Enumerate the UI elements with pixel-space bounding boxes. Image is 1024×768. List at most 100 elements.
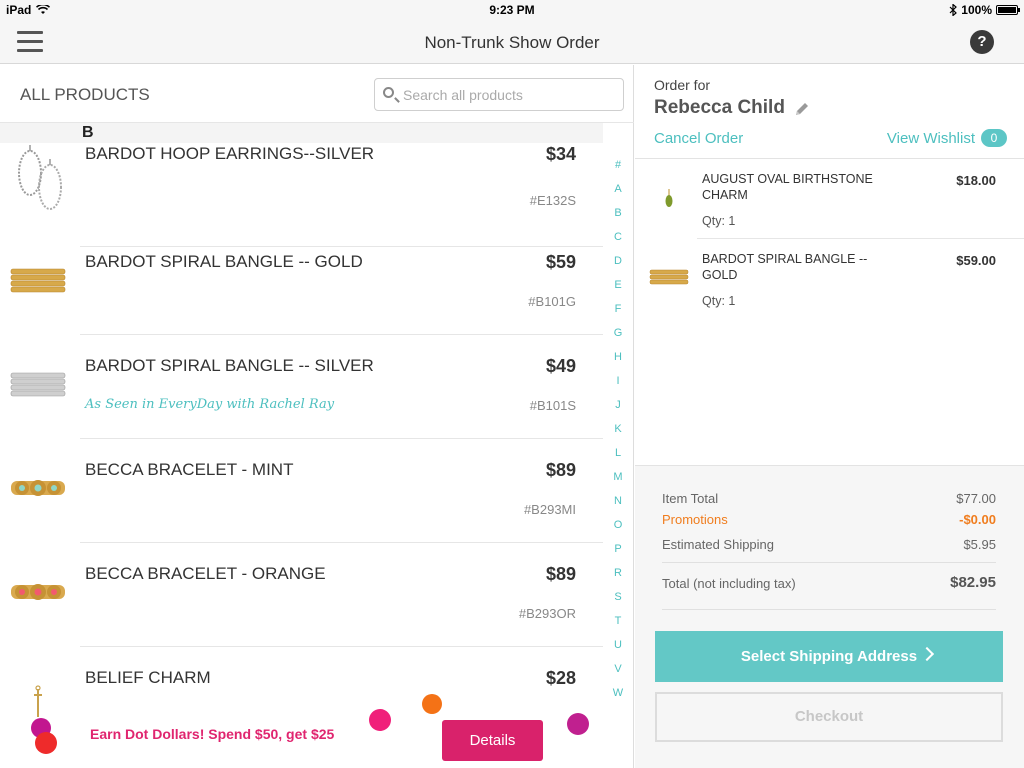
- index-letter[interactable]: C: [608, 231, 628, 255]
- index-letter[interactable]: H: [608, 351, 628, 375]
- birthstone-charm-icon: [665, 189, 673, 207]
- hoop-earrings-icon: [18, 145, 62, 210]
- promotions-label: Promotions: [662, 512, 728, 527]
- order-panel: Order for Rebecca Child Cancel Order Vie…: [635, 65, 1024, 768]
- order-for-label: Order for: [654, 77, 711, 93]
- product-name: BELIEF CHARM: [85, 668, 211, 687]
- order-totals: Item Total $77.00 Promotions -$0.00 Esti…: [635, 465, 1024, 768]
- product-row[interactable]: BECCA BRACELET - ORANGE $89 #B293OR: [0, 543, 603, 647]
- select-shipping-address-button[interactable]: Select Shipping Address: [655, 631, 1003, 682]
- status-time: 9:23 PM: [489, 3, 535, 17]
- promo-text: Earn Dot Dollars! Spend $50, get $25: [90, 726, 335, 742]
- order-line-item[interactable]: BARDOT SPIRAL BANGLE -- GOLD $59.00 Qty:…: [635, 239, 1024, 319]
- item-total-row: Item Total $77.00: [662, 491, 996, 506]
- order-item-qty: Qty: 1: [702, 294, 736, 308]
- index-letter[interactable]: L: [608, 447, 628, 471]
- products-panel: ALL PRODUCTS B BARDOT HOOP EARRINGS--SIL…: [0, 65, 634, 768]
- product-price: $59: [545, 252, 576, 272]
- alphabet-index[interactable]: # A B C D E F G H I J K L M N O P R S T …: [608, 159, 628, 711]
- index-letter[interactable]: J: [608, 399, 628, 423]
- index-letter[interactable]: #: [608, 159, 628, 183]
- index-letter[interactable]: I: [608, 375, 628, 399]
- wishlist-label: View Wishlist: [886, 129, 975, 147]
- product-row[interactable]: BARDOT SPIRAL BANGLE -- SILVER $49 As Se…: [0, 335, 603, 439]
- search-box[interactable]: [374, 78, 624, 111]
- product-price: $34: [545, 144, 576, 164]
- mint-bracelet-icon: [11, 480, 65, 496]
- promotions-row: Promotions -$0.00: [662, 512, 996, 527]
- order-line-item[interactable]: AUGUST OVAL BIRTHSTONE CHARM $18.00 Qty:…: [635, 159, 1024, 239]
- status-bar: iPad 9:23 PM 100%: [0, 0, 1024, 20]
- index-letter[interactable]: K: [608, 423, 628, 447]
- product-price: $89: [545, 564, 576, 584]
- search-icon: [383, 87, 394, 98]
- index-letter[interactable]: V: [608, 663, 628, 687]
- index-letter[interactable]: E: [608, 279, 628, 303]
- edit-icon[interactable]: [793, 100, 811, 118]
- total-label: Total (not including tax): [662, 576, 796, 591]
- nav-bar: Non-Trunk Show Order ?: [0, 20, 1024, 64]
- index-letter[interactable]: T: [608, 615, 628, 639]
- ship-button-label: Select Shipping Address: [740, 648, 918, 665]
- battery-icon: [996, 5, 1020, 15]
- index-letter[interactable]: U: [608, 639, 628, 663]
- search-input[interactable]: [403, 85, 613, 105]
- product-price: $49: [545, 356, 576, 376]
- gold-bangle-icon: [649, 269, 689, 285]
- index-letter[interactable]: N: [608, 495, 628, 519]
- product-sku: #B293OR: [518, 606, 576, 621]
- order-item-name: AUGUST OVAL BIRTHSTONE CHARM: [702, 172, 873, 202]
- product-sku: #B293MI: [523, 502, 576, 517]
- index-letter[interactable]: R: [608, 567, 628, 591]
- index-letter[interactable]: A: [608, 183, 628, 207]
- product-row[interactable]: BECCA BRACELET - MINT $89 #B293MI: [0, 439, 603, 543]
- silver-bangle-icon: [10, 372, 66, 397]
- orange-bracelet-icon: [11, 584, 65, 600]
- index-letter[interactable]: P: [608, 543, 628, 567]
- chevron-right-icon: [919, 646, 935, 662]
- shipping-value: $5.95: [963, 537, 996, 552]
- product-row[interactable]: BARDOT HOOP EARRINGS--SILVER $34 #E132S: [0, 135, 603, 247]
- product-row[interactable]: BARDOT SPIRAL BANGLE -- GOLD $59 #B101G: [0, 231, 603, 335]
- bluetooth-icon: [949, 4, 958, 16]
- shipping-row: Estimated Shipping $5.95: [662, 537, 996, 552]
- promo-banner: Earn Dot Dollars! Spend $50, get $25 Det…: [0, 694, 634, 768]
- product-sku: #E132S: [529, 193, 576, 208]
- order-item-qty: Qty: 1: [702, 214, 736, 228]
- product-tagline: As Seen in EveryDay with Rachel Ray: [85, 397, 335, 412]
- products-title: ALL PRODUCTS: [20, 85, 150, 104]
- decorative-dot: [35, 732, 57, 754]
- product-name: BARDOT SPIRAL BANGLE -- SILVER: [85, 356, 374, 375]
- cancel-order-link[interactable]: Cancel Order: [654, 130, 743, 147]
- shipping-label: Estimated Shipping: [662, 537, 775, 552]
- product-price: $89: [545, 460, 576, 480]
- index-letter[interactable]: O: [608, 519, 628, 543]
- page-title: Non-Trunk Show Order: [424, 33, 600, 52]
- index-letter[interactable]: D: [608, 255, 628, 279]
- index-letter[interactable]: B: [608, 207, 628, 231]
- help-icon[interactable]: ?: [970, 30, 994, 54]
- item-total-value: $77.00: [956, 491, 996, 506]
- index-letter[interactable]: M: [608, 471, 628, 495]
- index-letter[interactable]: F: [608, 303, 628, 327]
- product-name: BARDOT HOOP EARRINGS--SILVER: [85, 144, 375, 163]
- view-wishlist-link[interactable]: View Wishlist 0: [887, 129, 1007, 147]
- wishlist-count-badge: 0: [981, 129, 1007, 147]
- details-button[interactable]: Details: [442, 720, 543, 761]
- item-total-label: Item Total: [662, 491, 719, 506]
- decorative-dot: [567, 713, 589, 735]
- product-price: $28: [545, 668, 576, 688]
- index-letter[interactable]: S: [608, 591, 628, 615]
- decorative-dot: [369, 709, 391, 731]
- order-item-name: BARDOT SPIRAL BANGLE -- GOLD: [702, 252, 868, 282]
- checkout-button[interactable]: Checkout: [655, 692, 1003, 742]
- products-header: ALL PRODUCTS: [0, 65, 634, 123]
- decorative-dot: [422, 694, 442, 714]
- index-letter[interactable]: G: [608, 327, 628, 351]
- customer-name: Rebecca Child: [654, 97, 785, 118]
- product-name: BECCA BRACELET - MINT: [85, 460, 294, 479]
- battery-percent: 100%: [961, 3, 992, 17]
- product-name: BECCA BRACELET - ORANGE: [85, 564, 326, 583]
- total-row: Total (not including tax) $82.95: [662, 574, 996, 591]
- product-sku: #B101G: [528, 294, 576, 309]
